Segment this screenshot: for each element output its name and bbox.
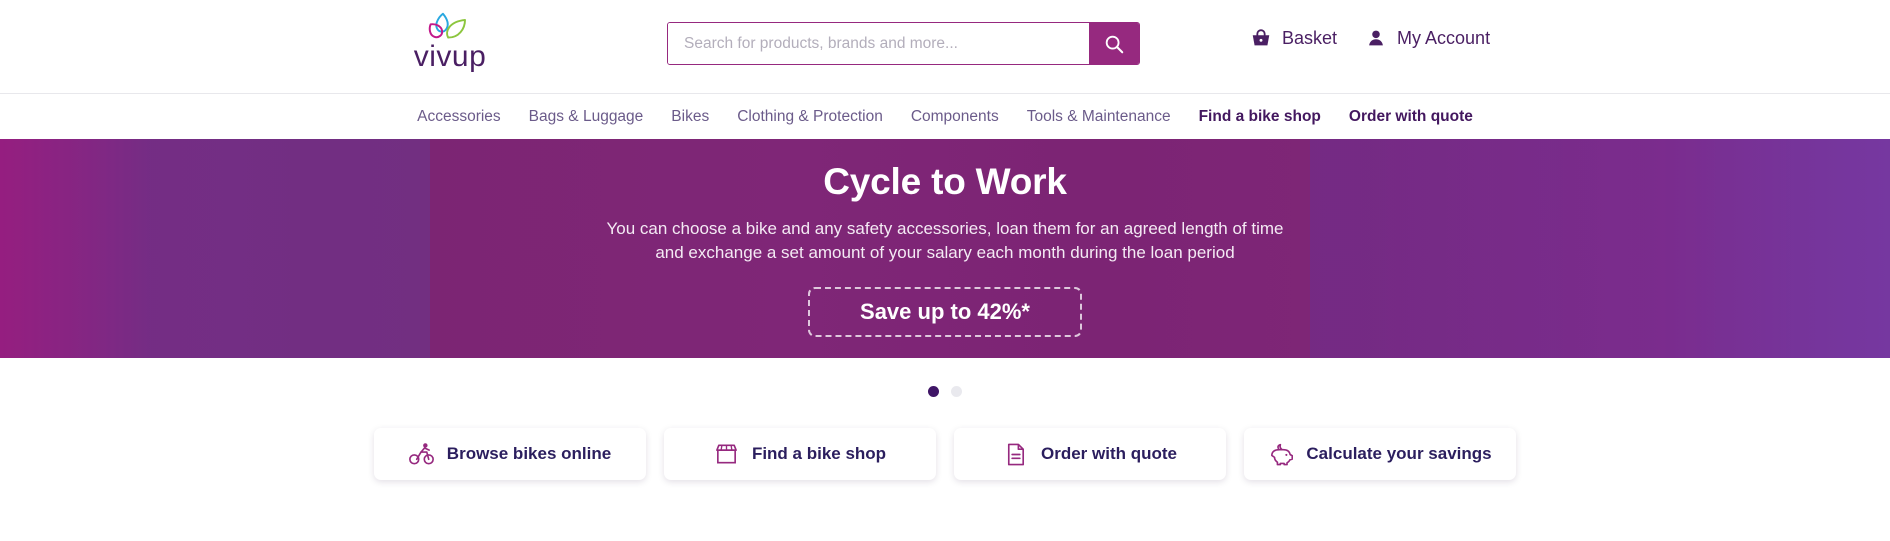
- search-icon: [1105, 35, 1124, 53]
- order-with-quote-label: Order with quote: [1041, 444, 1177, 463]
- vivup-leaf-icon: [428, 12, 466, 39]
- calculate-your-savings-label: Calculate your savings: [1306, 444, 1492, 463]
- hero-content: Cycle to Work You can choose a bike and …: [0, 139, 1890, 358]
- basket-icon: [1252, 29, 1270, 46]
- storefront-icon: [716, 444, 737, 463]
- my-account-link[interactable]: My Account: [1365, 27, 1490, 49]
- carousel-dot-1[interactable]: [928, 385, 939, 397]
- cyclist-icon: [408, 442, 434, 465]
- vivup-logo[interactable]: vivup: [404, 12, 496, 78]
- basket-label: Basket: [1282, 27, 1338, 48]
- find-a-bike-shop-label: Find a bike shop: [751, 444, 887, 463]
- search-input[interactable]: [668, 23, 1089, 64]
- basket-link[interactable]: Basket: [1250, 27, 1337, 49]
- quick-actions: Browse bikes online Find a bike shop Ord…: [0, 424, 1890, 480]
- order-with-quote-button[interactable]: Order with quote: [954, 428, 1226, 480]
- hero-subtitle: You can choose a bike and any safety acc…: [606, 219, 1284, 262]
- nav-item-tools-maintenance[interactable]: Tools & Maintenance: [1013, 107, 1185, 127]
- search-bar[interactable]: [667, 22, 1140, 65]
- nav-item-clothing-protection[interactable]: Clothing & Protection: [723, 107, 897, 127]
- browse-bikes-online-label: Browse bikes online: [446, 444, 612, 463]
- header-actions: Basket My Account: [1250, 27, 1490, 49]
- browse-bikes-online-button[interactable]: Browse bikes online: [374, 428, 646, 480]
- nav-item-order-with-quote[interactable]: Order with quote: [1335, 107, 1487, 127]
- vivup-wordmark: vivup: [413, 40, 487, 73]
- hero-cta-button[interactable]: Save up to 42%*: [808, 287, 1082, 337]
- hero-title: Cycle to Work: [823, 161, 1067, 202]
- nav-item-bags-luggage[interactable]: Bags & Luggage: [515, 107, 658, 127]
- nav-item-accessories[interactable]: Accessories: [403, 107, 515, 127]
- site-header: vivup Basket: [0, 0, 1890, 94]
- document-icon: [1007, 443, 1025, 465]
- category-nav: Accessories Bags & Luggage Bikes Clothin…: [0, 94, 1890, 139]
- nav-item-bikes[interactable]: Bikes: [657, 107, 723, 127]
- carousel-dots: [0, 358, 1890, 424]
- nav-item-components[interactable]: Components: [897, 107, 1013, 127]
- calculate-your-savings-button[interactable]: Calculate your savings: [1244, 428, 1516, 480]
- nav-item-find-a-bike-shop[interactable]: Find a bike shop: [1185, 107, 1335, 127]
- page-root: vivup Basket: [0, 0, 1890, 541]
- person-icon: [1369, 30, 1383, 46]
- carousel-dot-2[interactable]: [951, 385, 962, 397]
- search-button[interactable]: [1089, 23, 1139, 64]
- hero-banner: Cycle to Work You can choose a bike and …: [0, 139, 1890, 358]
- my-account-label: My Account: [1397, 27, 1491, 48]
- piggy-bank-icon: [1271, 443, 1294, 465]
- find-a-bike-shop-button[interactable]: Find a bike shop: [664, 428, 936, 480]
